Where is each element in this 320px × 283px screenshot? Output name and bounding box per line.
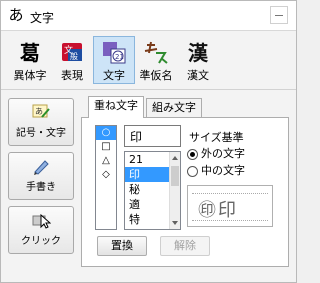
tool-hyogen[interactable]: 文 般 表現 [51, 36, 93, 84]
character-input[interactable]: 印 [124, 125, 181, 147]
click-button[interactable]: クリック [8, 206, 74, 254]
radio-label: 中の文字 [201, 164, 245, 177]
title-bar: あ 文字 [1, 1, 296, 31]
click-icon [31, 211, 52, 229]
symbol-character-button[interactable]: あ 記号・文字 [8, 98, 74, 146]
tool-moji[interactable]: 21 文字 [93, 36, 135, 84]
list-item[interactable]: ◇ [96, 168, 116, 182]
symbol-character-label: 記号・文字 [16, 128, 66, 139]
guide-line [192, 193, 268, 194]
list-item[interactable]: 秘 [125, 182, 169, 197]
character-window: あ 文字 葛 異体字 文 般 表現 21 文字 準仮名 漢 漢文 あ 記号・文字… [0, 0, 297, 283]
radio-selected-icon[interactable] [187, 148, 198, 160]
character-list[interactable]: 21 印 秘 適 特 [124, 151, 181, 230]
list-item[interactable]: 21 [125, 152, 169, 167]
list-item[interactable]: △ [96, 154, 116, 168]
list-item[interactable]: 適 [125, 197, 169, 212]
release-button[interactable]: 解除 [160, 236, 210, 256]
toolbar-divider [1, 89, 296, 90]
svg-text:21: 21 [115, 53, 124, 61]
quasi-kana-icon [136, 39, 176, 67]
tool-label: 準仮名 [139, 69, 173, 82]
tab-kasane-moji[interactable]: 重ね文字 [88, 96, 144, 118]
tool-label: 文字 [103, 69, 125, 82]
character-icon: 21 [94, 39, 134, 67]
radio-outer-character[interactable]: 外の文字 [187, 147, 245, 161]
svg-text:あ: あ [35, 107, 43, 116]
tool-label: 異体字 [13, 69, 47, 82]
scroll-thumb[interactable] [171, 166, 179, 186]
list-item[interactable]: □ [96, 140, 116, 154]
tool-itaiji[interactable]: 葛 異体字 [9, 36, 51, 84]
list-item[interactable]: 印 [125, 167, 169, 182]
enclosure-shape-list[interactable]: ○ □ △ ◇ [95, 125, 117, 230]
tool-label: 表現 [61, 69, 83, 82]
radio-empty-icon[interactable] [187, 165, 198, 177]
preview-box: ㊞印 [187, 185, 273, 227]
expression-icon: 文 般 [52, 39, 92, 67]
tool-junkana[interactable]: 準仮名 [135, 36, 177, 84]
scroll-up-icon[interactable] [172, 156, 178, 160]
radio-label: 外の文字 [201, 147, 245, 160]
handwriting-button[interactable]: 手書き [8, 152, 74, 200]
toolbar: 葛 異体字 文 般 表現 21 文字 準仮名 漢 漢文 [1, 32, 296, 85]
click-label: クリック [21, 236, 61, 247]
size-basis-label: サイズ基準 [189, 131, 244, 144]
kanbun-icon: 漢 [188, 41, 208, 65]
scrollbar[interactable] [169, 152, 180, 229]
preview-text: ㊞印 [198, 200, 238, 221]
minimize-button[interactable] [270, 6, 288, 24]
list-item[interactable]: ○ [96, 126, 116, 140]
window-title: 文字 [30, 11, 55, 25]
handwriting-icon [31, 157, 51, 175]
kanji-variant-icon: 葛 [20, 41, 40, 65]
list-item[interactable]: 特 [125, 212, 169, 227]
scroll-down-icon[interactable] [172, 221, 178, 225]
tool-label: 漢文 [187, 69, 209, 82]
handwriting-label: 手書き [26, 182, 56, 193]
radio-inner-character[interactable]: 中の文字 [187, 164, 245, 178]
tab-kumi-moji[interactable]: 組み文字 [146, 98, 202, 118]
tool-kanbun[interactable]: 漢 漢文 [177, 36, 219, 84]
replace-button[interactable]: 置換 [97, 236, 147, 256]
svg-text:般: 般 [70, 51, 78, 61]
app-icon: あ [8, 6, 24, 24]
symbol-character-icon: あ [31, 103, 51, 121]
